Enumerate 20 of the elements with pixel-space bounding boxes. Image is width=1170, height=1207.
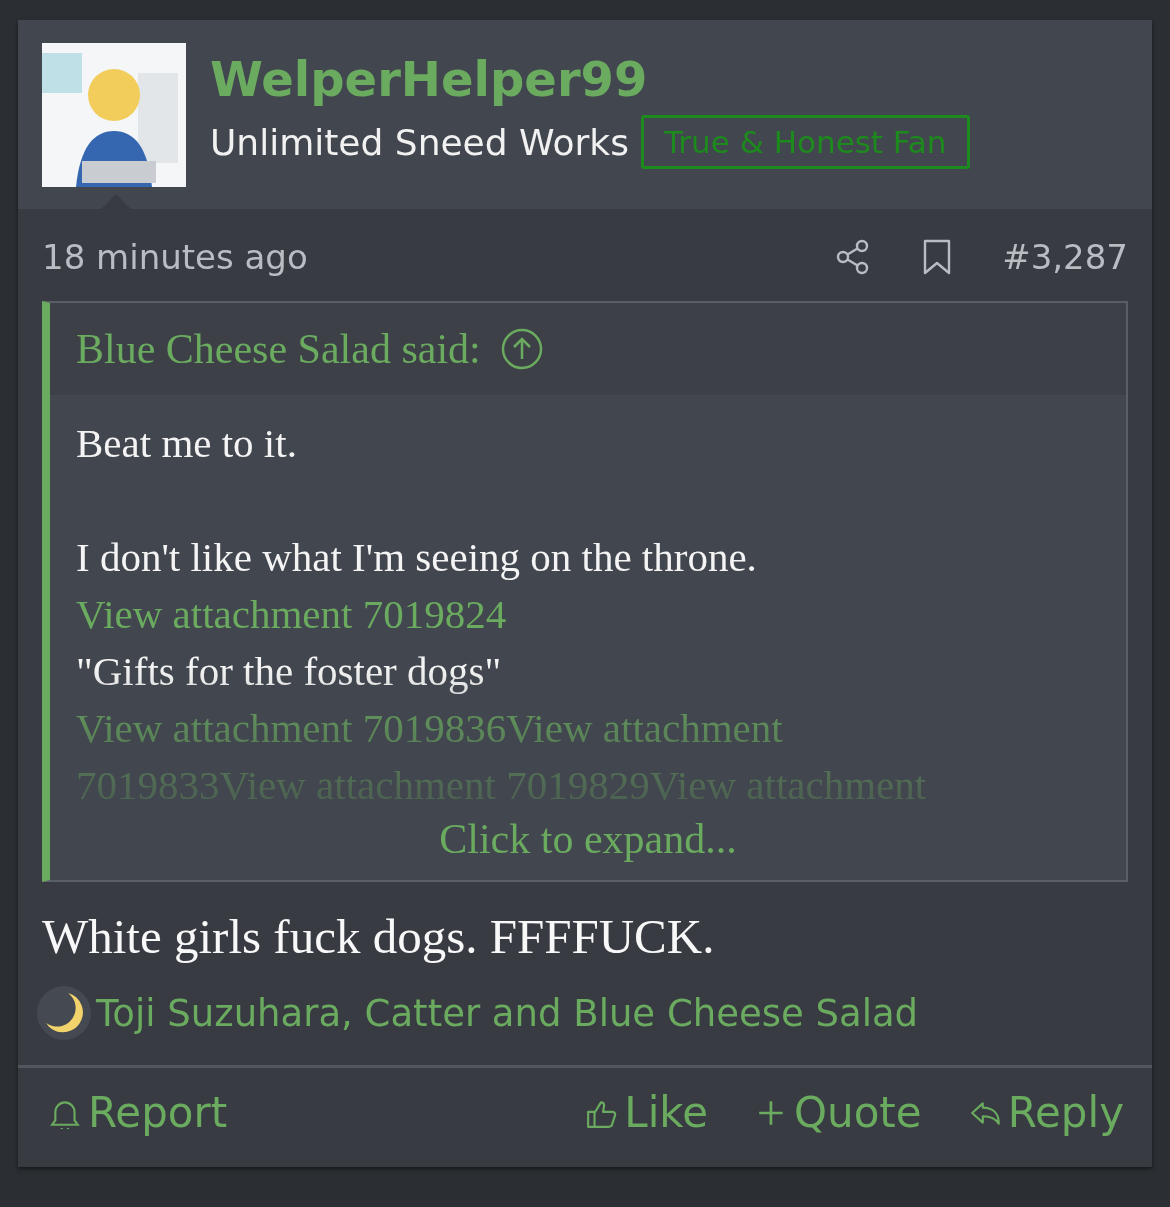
reply-button[interactable]: Reply: [969, 1088, 1124, 1137]
report-button[interactable]: Report: [50, 1088, 228, 1137]
post-number[interactable]: #3,287: [1002, 237, 1128, 277]
like-button[interactable]: Like: [586, 1088, 708, 1137]
quote-button[interactable]: Quote: [756, 1088, 922, 1137]
crescent-moon-icon: [36, 985, 92, 1041]
attachment-link[interactable]: View attachment 7019836View attachment: [76, 700, 783, 757]
attachment-link[interactable]: View attachment 7019824: [76, 586, 507, 643]
quote-text: "Gifts for the foster dogs": [76, 647, 502, 696]
quote-author[interactable]: Blue Cheese Salad said:: [76, 325, 481, 373]
reaction-list[interactable]: Toji Suzuhara, Catter and Blue Cheese Salad: [96, 991, 919, 1035]
user-banner: True & Honest Fan: [641, 115, 970, 169]
quote-text: I don't like what I'm seeing on the throne.: [76, 533, 757, 582]
quote-text: Beat me to it.: [76, 419, 297, 468]
avatar[interactable]: [42, 43, 186, 187]
post-message: White girls fuck dogs. FFFFUCK.: [41, 908, 716, 966]
expand-link[interactable]: Click to expand...: [50, 814, 1126, 880]
post-time[interactable]: 18 minutes ago: [42, 237, 835, 277]
username[interactable]: WelperHelper99: [210, 51, 970, 107]
user-title: Unlimited Sneed Works: [210, 121, 629, 163]
